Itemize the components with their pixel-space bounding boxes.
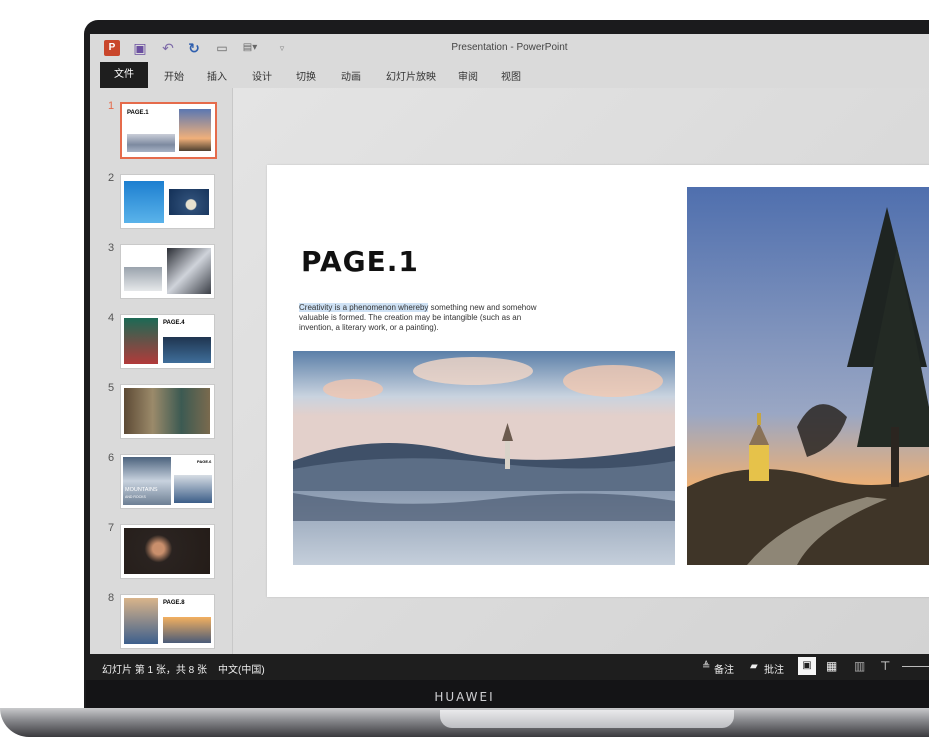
notes-button[interactable]: 备注 — [714, 661, 734, 676]
thumbnail-woman-image — [124, 598, 158, 644]
slide-thumbnail-7[interactable] — [120, 524, 215, 579]
thumbnail-number: 2 — [108, 172, 115, 184]
powerpoint-window: P ▣ ↶ ↻ ▭ ▤▾ ▿ Presentation - PowerPoint… — [90, 34, 929, 680]
language-label[interactable]: 中文(中国) — [218, 661, 265, 676]
slide-sorter-icon[interactable]: ▦ — [826, 659, 837, 673]
slide-thumbnail-1[interactable]: PAGE.1 — [120, 102, 217, 159]
thumbnail-ice-image — [167, 248, 211, 294]
tab-home[interactable]: 开始 — [164, 68, 184, 83]
slide-thumbnail-2[interactable] — [120, 174, 215, 229]
thumbnail-title: PAGE.8 — [163, 600, 185, 606]
laptop-hinge-notch — [440, 710, 734, 728]
tab-slideshow[interactable]: 幻灯片放映 — [386, 68, 436, 83]
thumbnail-mountain-image: MOUNTAINS AND ROCKS — [123, 457, 171, 505]
thumbnail-title: PAGE.6 — [197, 459, 212, 464]
thumbnail-number: 8 — [108, 592, 115, 604]
slide-body-text[interactable]: Creativity is a phenomenon whereby somet… — [299, 303, 549, 333]
thumbnail-number: 7 — [108, 522, 115, 534]
reading-view-icon[interactable]: ▥ — [854, 659, 865, 673]
ribbon-tabs: 文件 开始 插入 设计 切换 动画 幻灯片放映 审阅 视图 — [90, 62, 929, 88]
tab-insert[interactable]: 插入 — [207, 68, 227, 83]
slideshow-view-icon[interactable]: ⊤ — [880, 659, 890, 673]
slide-title[interactable]: PAGE.1 — [301, 245, 419, 278]
tab-animations[interactable]: 动画 — [341, 68, 361, 83]
thumbnail-number: 6 — [108, 452, 115, 464]
thumbnail-number: 4 — [108, 312, 115, 324]
thumbnail-snow-image — [124, 267, 162, 291]
thumbnail-number: 5 — [108, 382, 115, 394]
thumbnail-number: 3 — [108, 242, 115, 254]
thumbnail-caption: MOUNTAINS — [125, 487, 158, 493]
notes-icon[interactable]: ≜ — [702, 661, 710, 672]
thumbnail-number: 1 — [108, 100, 115, 112]
thumbnail-rocks-image — [174, 475, 212, 503]
thumbnail-lake-image — [127, 134, 175, 152]
comments-icon[interactable]: ▰ — [750, 661, 758, 672]
lake-church-image[interactable] — [293, 351, 675, 565]
slide-thumbnail-8[interactable]: PAGE.8 — [120, 594, 215, 649]
slide-thumbnail-4[interactable]: PAGE.4 — [120, 314, 215, 369]
slide-editing-canvas[interactable]: PAGE.1 Creativity is a phenomenon whereb… — [233, 88, 929, 654]
tab-review[interactable]: 审阅 — [458, 68, 478, 83]
quick-access-toolbar: P ▣ ↶ ↻ ▭ ▤▾ ▿ Presentation - PowerPoint — [90, 34, 929, 62]
thumbnail-snowboard-image — [124, 181, 164, 223]
slide-thumbnail-pane: 1 PAGE.1 2 3 4 PAGE.4 5 6 MOUNTAINS AND … — [90, 88, 233, 654]
thumbnail-title: PAGE.1 — [127, 110, 149, 116]
slide-thumbnail-3[interactable] — [120, 244, 215, 299]
tab-design[interactable]: 设计 — [252, 68, 272, 83]
thumbnail-title: PAGE.4 — [163, 320, 185, 326]
thumbnail-portrait-image — [124, 318, 158, 364]
slide-count-label: 幻灯片 第 1 张，共 8 张 — [102, 665, 208, 676]
comments-button[interactable]: 批注 — [764, 661, 784, 676]
chapel-tree-image[interactable] — [687, 187, 929, 565]
window-title: Presentation - PowerPoint — [451, 42, 568, 53]
thumbnail-blue-image — [163, 337, 211, 363]
status-bar: 幻灯片 第 1 张，共 8 张 中文(中国) ≜ 备注 ▰ 批注 ▣ ▦ ▥ ⊤ — [90, 654, 929, 680]
thumbnail-sunset-image — [163, 617, 211, 643]
selected-text[interactable]: Creativity is a phenomenon whereby — [299, 303, 429, 312]
slide-thumbnail-5[interactable] — [120, 384, 215, 439]
current-slide[interactable]: PAGE.1 Creativity is a phenomenon whereb… — [267, 165, 929, 597]
tab-view[interactable]: 视图 — [501, 68, 521, 83]
normal-view-icon[interactable]: ▣ — [798, 657, 816, 675]
tab-file[interactable]: 文件 — [100, 62, 148, 88]
thumbnail-lobby-image — [124, 388, 210, 434]
brand-logo: HUAWEI — [434, 690, 495, 704]
thumbnail-caption-sub: AND ROCKS — [125, 495, 146, 499]
slide-thumbnail-6[interactable]: MOUNTAINS AND ROCKS PAGE.6 — [120, 454, 215, 509]
thumbnail-moon-image — [169, 189, 209, 215]
tab-transitions[interactable]: 切换 — [296, 68, 316, 83]
thumbnail-dark-portrait-image — [124, 528, 210, 574]
zoom-slider[interactable] — [902, 666, 929, 667]
thumbnail-tree-image — [179, 109, 211, 151]
